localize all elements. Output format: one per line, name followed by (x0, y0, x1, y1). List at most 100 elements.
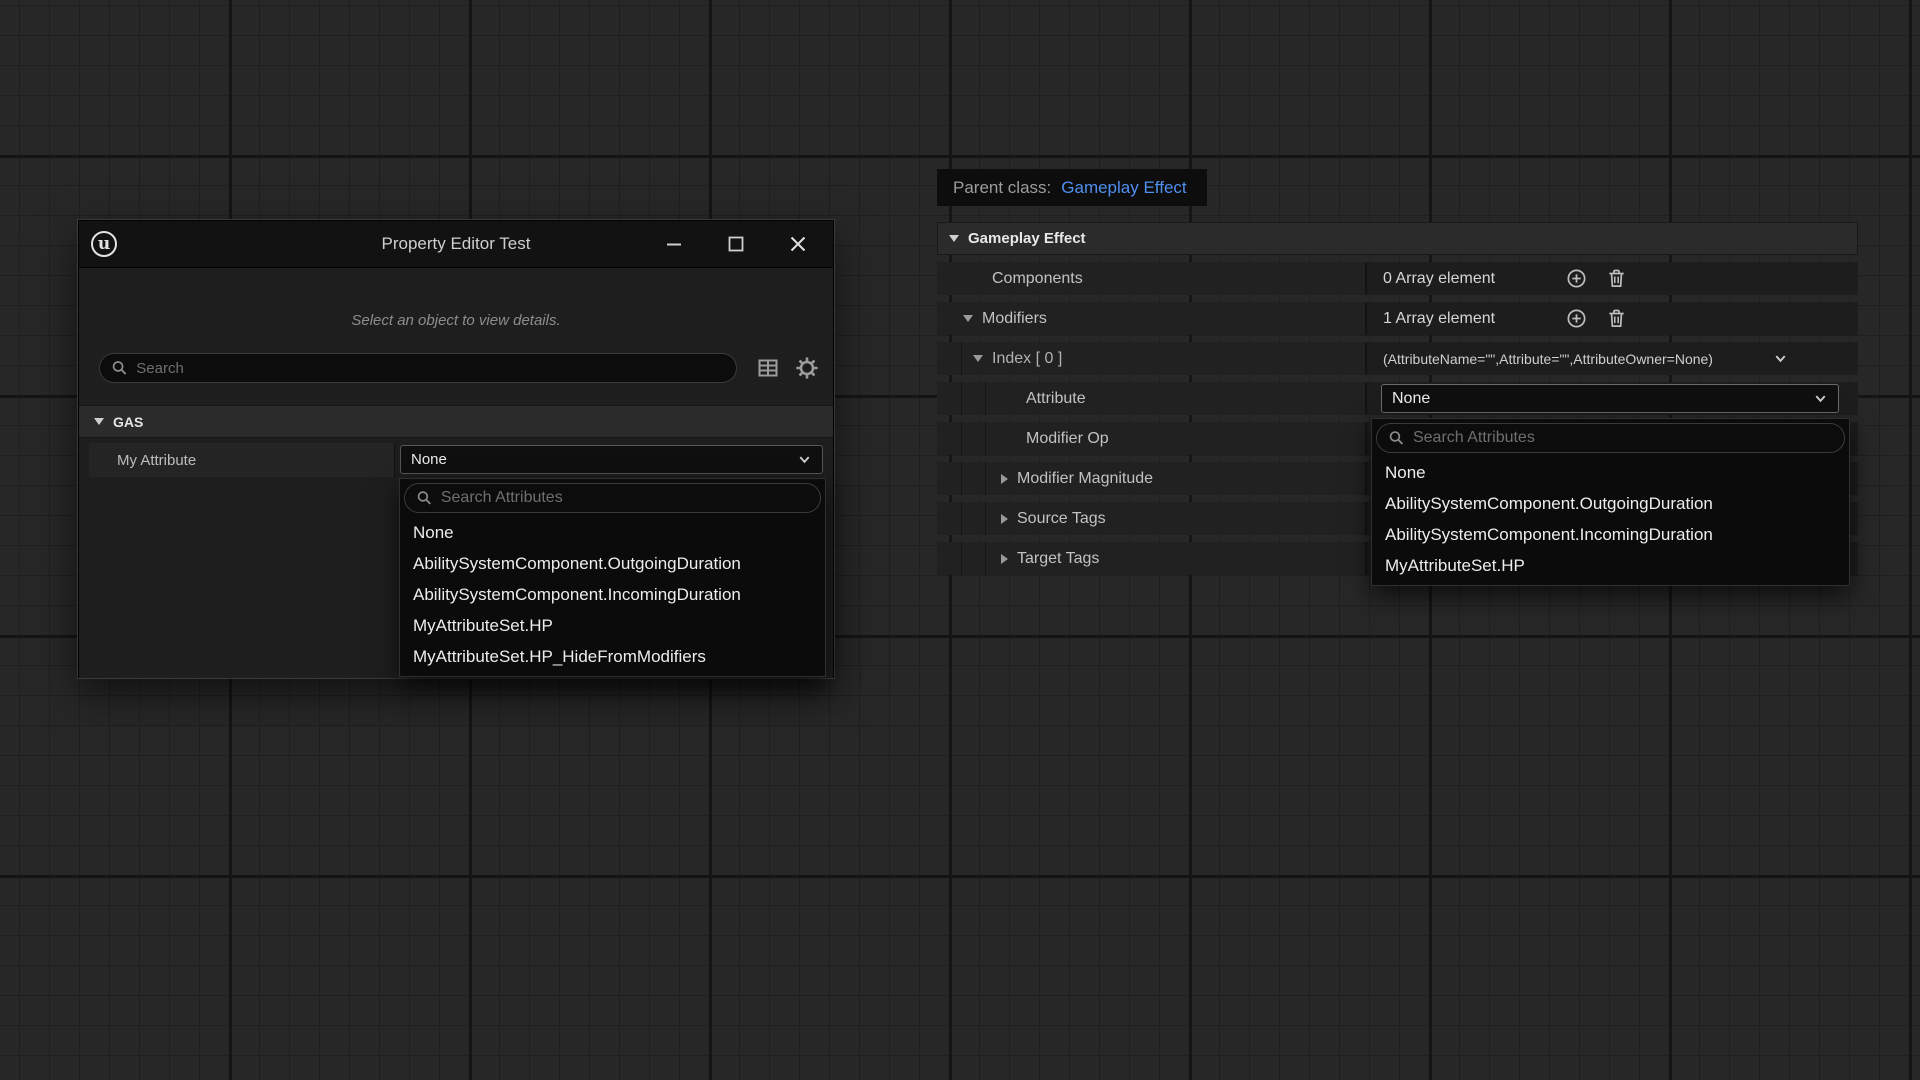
combobox-value: None (1392, 390, 1430, 408)
dropdown-item[interactable]: AbilitySystemComponent.IncomingDuration (404, 579, 821, 610)
combobox-value: None (411, 451, 447, 468)
delete-elements-icon[interactable] (1605, 267, 1628, 290)
add-element-icon[interactable] (1565, 307, 1588, 330)
property-label: My Attribute (117, 452, 196, 469)
row-name-cell: Modifiers (937, 302, 1365, 335)
dropdown-item[interactable]: MyAttributeSet.HP_HideFromModifiers (404, 641, 821, 672)
details-search-row (99, 353, 819, 383)
row-name-cell: Attribute (937, 382, 1365, 415)
category-label: Gameplay Effect (968, 230, 1086, 247)
row-name-cell: Index [ 0 ] (937, 342, 1365, 375)
expand-arrow-icon[interactable] (1001, 514, 1008, 524)
dropdown-item[interactable]: AbilitySystemComponent.OutgoingDuration (404, 548, 821, 579)
row-label: Source Tags (1017, 510, 1106, 528)
search-icon (111, 359, 128, 377)
dropdown-search-box[interactable] (1376, 423, 1845, 453)
category-expand-arrow-icon (94, 418, 104, 425)
window-titlebar[interactable]: u Property Editor Test (79, 221, 833, 268)
details-toolbar (756, 356, 819, 380)
blueprint-grid-canvas: { "editor_window": { "title": "Property … (0, 0, 1920, 1080)
indent-guide (985, 422, 986, 455)
parent-class-link[interactable]: Gameplay Effect (1061, 178, 1186, 198)
array-actions (1565, 302, 1628, 335)
components-row: Components 0 Array element (937, 262, 1858, 295)
dropdown-search-box[interactable] (404, 483, 821, 513)
category-label: GAS (113, 414, 143, 430)
indent-guide (985, 542, 986, 575)
view-options-icon[interactable] (756, 356, 780, 380)
parent-class-bar: Parent class: Gameplay Effect (937, 169, 1207, 206)
row-value-cell[interactable]: (AttributeName="",Attribute="",Attribute… (1365, 342, 1858, 375)
dropdown-item[interactable]: MyAttributeSet.HP (404, 610, 821, 641)
row-label: Modifier Op (1026, 430, 1109, 448)
unreal-logo-icon: u (91, 231, 117, 257)
search-box[interactable] (99, 353, 737, 383)
delete-elements-icon[interactable] (1605, 307, 1628, 330)
expand-arrow-icon[interactable] (1001, 554, 1008, 564)
maximize-button[interactable] (705, 221, 767, 267)
minimize-button[interactable] (643, 221, 705, 267)
indent-guide (985, 382, 986, 415)
modifiers-row: Modifiers 1 Array element (937, 302, 1858, 335)
row-value-cell: 0 Array element (1365, 262, 1858, 295)
property-name-cell: My Attribute (89, 443, 395, 477)
row-value-cell: 1 Array element (1365, 302, 1858, 335)
indent-guide (961, 542, 962, 575)
attribute-row: Attribute None (937, 382, 1858, 415)
row-name-cell: Modifier Magnitude (937, 462, 1365, 495)
expand-arrow-icon[interactable] (963, 315, 973, 322)
attribute-dropdown-menu: None AbilitySystemComponent.OutgoingDura… (1371, 418, 1850, 586)
array-actions (1565, 262, 1628, 295)
row-label: Modifiers (982, 310, 1047, 328)
row-label: Index [ 0 ] (992, 350, 1062, 368)
search-input[interactable] (136, 360, 725, 377)
dropdown-item[interactable]: None (404, 517, 821, 548)
category-header-gameplay-effect[interactable]: Gameplay Effect (937, 222, 1858, 255)
category-header-gas[interactable]: GAS (79, 405, 833, 438)
chevron-down-icon (1813, 391, 1828, 406)
parent-class-label: Parent class: (953, 178, 1051, 198)
settings-gear-icon[interactable] (795, 356, 819, 380)
property-editor-test-window: u Property Editor Test Select an object … (78, 220, 834, 678)
dropdown-item[interactable]: None (1376, 457, 1845, 488)
indent-guide (985, 502, 986, 535)
chevron-down-icon (1773, 351, 1788, 366)
dropdown-search-input[interactable] (1413, 429, 1833, 447)
index-0-row: Index [ 0 ] (AttributeName="",Attribute=… (937, 342, 1858, 375)
attribute-combobox[interactable]: None (1381, 384, 1839, 413)
row-label: Attribute (1026, 390, 1086, 408)
row-name-cell: Target Tags (937, 542, 1365, 575)
maximize-icon (724, 232, 748, 256)
my-attribute-row: My Attribute None (89, 443, 823, 477)
category-expand-arrow-icon (949, 235, 959, 242)
dropdown-item[interactable]: AbilitySystemComponent.OutgoingDuration (1376, 488, 1845, 519)
window-body: Select an object to view details. GAS My… (79, 268, 833, 678)
indent-guide (961, 462, 962, 495)
dropdown-item[interactable]: MyAttributeSet.HP (1376, 550, 1845, 581)
indent-guide (961, 502, 962, 535)
dropdown-item[interactable]: AbilitySystemComponent.IncomingDuration (1376, 519, 1845, 550)
dropdown-search-input[interactable] (441, 489, 809, 507)
array-count-text: 0 Array element (1383, 270, 1495, 288)
property-value-cell: None (395, 443, 823, 477)
search-icon (1388, 429, 1405, 447)
struct-summary-text: (AttributeName="",Attribute="",Attribute… (1383, 351, 1713, 367)
empty-selection-message: Select an object to view details. (79, 312, 833, 329)
add-element-icon[interactable] (1565, 267, 1588, 290)
expand-arrow-icon[interactable] (1001, 474, 1008, 484)
minimize-icon (662, 232, 686, 256)
row-name-cell: Modifier Op (937, 422, 1365, 455)
search-icon (416, 489, 433, 507)
row-name-cell: Source Tags (937, 502, 1365, 535)
row-label: Target Tags (1017, 550, 1099, 568)
window-controls (643, 221, 829, 267)
close-button[interactable] (767, 221, 829, 267)
chevron-down-icon (797, 452, 812, 467)
close-icon (786, 232, 810, 256)
array-count-text: 1 Array element (1383, 310, 1495, 328)
indent-guide (961, 342, 962, 375)
attribute-dropdown-menu: None AbilitySystemComponent.OutgoingDura… (399, 478, 826, 677)
indent-guide (985, 462, 986, 495)
expand-arrow-icon[interactable] (973, 355, 983, 362)
my-attribute-combobox[interactable]: None (400, 445, 823, 474)
